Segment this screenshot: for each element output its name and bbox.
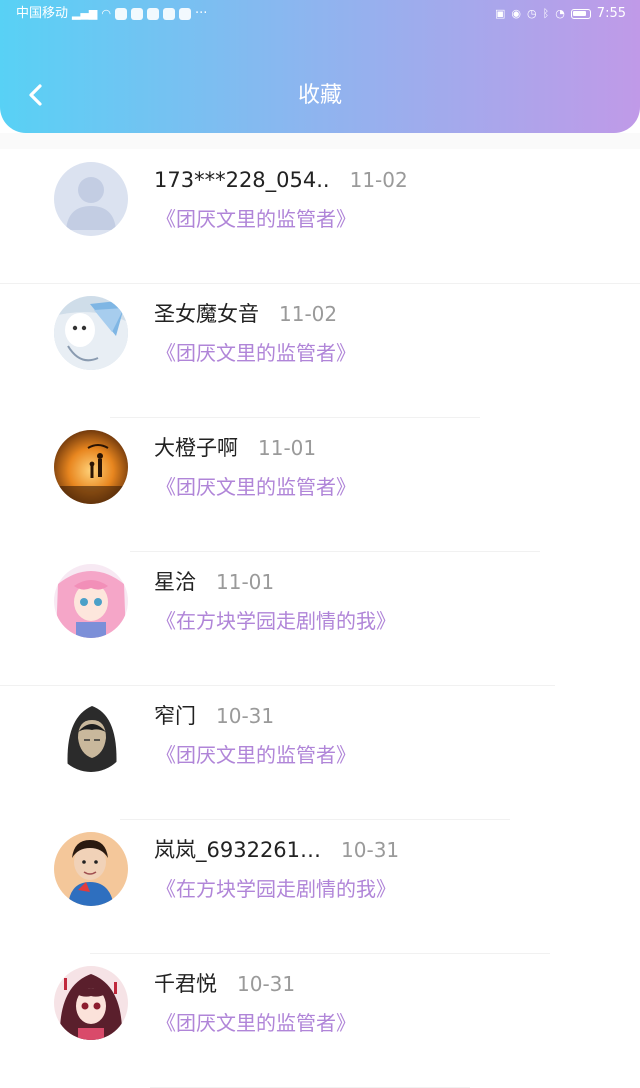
favorite-date: 10-31 bbox=[237, 972, 296, 996]
favorite-list-item[interactable]: 星洽 11-01 《在方块学园走剧情的我》 bbox=[0, 552, 640, 686]
message-icon bbox=[131, 8, 144, 20]
favorite-list-item[interactable]: 大橙子啊 11-01 《团厌文里的监管者》 bbox=[0, 418, 640, 552]
nfc-icon: ◉ bbox=[511, 7, 521, 20]
clock: 7:55 bbox=[596, 6, 626, 21]
favorite-list-item[interactable]: 千君悦 10-31 《团厌文里的监管者》 bbox=[0, 954, 640, 1088]
page-title: 收藏 bbox=[297, 83, 342, 108]
status-bar: 中国移动 ▂▄▆ ◠ ··· ▣ ◉ ◷ ᛒ ◔ 7:55 bbox=[0, 0, 640, 28]
favorite-date: 11-02 bbox=[349, 168, 408, 192]
avatar[interactable] bbox=[54, 564, 128, 638]
favorite-date: 10-31 bbox=[216, 704, 275, 728]
avatar[interactable] bbox=[54, 296, 128, 370]
book-title-link[interactable]: 《在方块学园走剧情的我》 bbox=[156, 874, 396, 904]
battery-icon bbox=[570, 9, 591, 19]
book-title-link[interactable]: 《团厌文里的监管者》 bbox=[156, 204, 356, 234]
book-title-link[interactable]: 《团厌文里的监管者》 bbox=[156, 740, 356, 770]
status-left: 中国移动 ▂▄▆ ◠ ··· bbox=[16, 0, 207, 28]
avatar[interactable] bbox=[54, 430, 128, 504]
user-info-line: 173***228_054.. 11-02 bbox=[154, 164, 408, 196]
user-name: 大橙子啊 bbox=[154, 436, 238, 460]
book-title-link[interactable]: 《团厌文里的监管者》 bbox=[156, 472, 356, 502]
user-info-line: 窄门 10-31 bbox=[154, 700, 274, 732]
user-name: 173***228_054.. bbox=[154, 168, 330, 192]
favorite-list-item[interactable]: 圣女魔女音 11-02 《团厌文里的监管者》 bbox=[0, 284, 640, 418]
user-name: 千君悦 bbox=[154, 972, 217, 996]
favorite-date: 11-01 bbox=[258, 436, 317, 460]
favorite-list-item[interactable]: 窄门 10-31 《团厌文里的监管者》 bbox=[0, 686, 640, 820]
favorite-date: 11-01 bbox=[216, 570, 275, 594]
favorite-list-item[interactable]: 岚岚_6932261… 10-31 《在方块学园走剧情的我》 bbox=[0, 820, 640, 954]
user-info-line: 圣女魔女音 11-02 bbox=[154, 298, 337, 330]
avatar[interactable] bbox=[54, 966, 128, 1040]
avatar[interactable] bbox=[54, 698, 128, 772]
browser-icon bbox=[163, 8, 176, 20]
user-name: 星洽 bbox=[154, 570, 196, 594]
hd-icon: ▣ bbox=[494, 7, 506, 20]
book-title-link[interactable]: 《团厌文里的监管者》 bbox=[156, 338, 356, 368]
alarm-icon: ◷ bbox=[526, 7, 537, 20]
user-info-line: 大橙子啊 11-01 bbox=[154, 432, 316, 464]
favorite-list-item[interactable]: 173***228_054.. 11-02 《团厌文里的监管者》 bbox=[0, 150, 640, 284]
user-name: 窄门 bbox=[154, 704, 196, 728]
mute-icon: ◔ bbox=[555, 7, 565, 20]
signal-icon: ▂▄▆ bbox=[72, 7, 98, 20]
favorites-list: 173***228_054.. 11-02 《团厌文里的监管者》 圣女魔女音 11-02… bbox=[0, 150, 640, 1088]
wifi-icon: ◠ bbox=[101, 7, 112, 20]
user-info-line: 星洽 11-01 bbox=[154, 566, 274, 598]
app-notification-icon bbox=[179, 8, 192, 20]
favorite-date: 10-31 bbox=[341, 838, 400, 862]
avatar[interactable] bbox=[54, 162, 128, 236]
avatar[interactable] bbox=[54, 832, 128, 906]
user-info-line: 岚岚_6932261… 10-31 bbox=[154, 834, 399, 866]
user-name: 圣女魔女音 bbox=[154, 302, 259, 326]
book-title-link[interactable]: 《团厌文里的监管者》 bbox=[156, 1008, 356, 1038]
carrier-label: 中国移动 bbox=[16, 6, 69, 21]
list-top-spacer bbox=[0, 133, 640, 149]
user-name: 岚岚_6932261… bbox=[154, 838, 322, 862]
book-title-link[interactable]: 《在方块学园走剧情的我》 bbox=[156, 606, 396, 636]
app-notification-icon bbox=[147, 8, 160, 20]
favorite-date: 11-02 bbox=[279, 302, 338, 326]
bluetooth-icon: ᛒ bbox=[542, 7, 550, 20]
more-notifications-icon: ··· bbox=[195, 6, 208, 21]
status-right: ▣ ◉ ◷ ᛒ ◔ 7:55 bbox=[495, 0, 626, 28]
app-notification-icon bbox=[115, 8, 128, 20]
user-info-line: 千君悦 10-31 bbox=[154, 968, 295, 1000]
header-bar: 中国移动 ▂▄▆ ◠ ··· ▣ ◉ ◷ ᛒ ◔ 7:55 收藏 bbox=[0, 0, 640, 133]
